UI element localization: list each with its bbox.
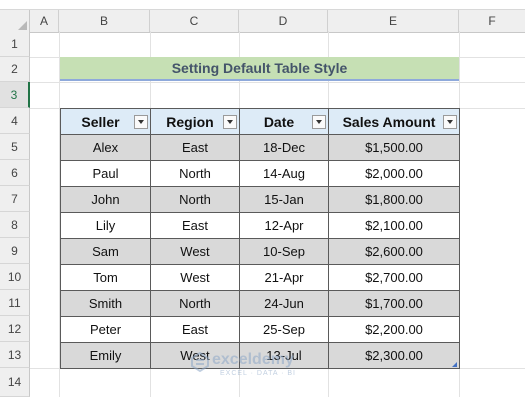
cell-region[interactable]: North <box>150 290 240 317</box>
sheet-title[interactable]: Setting Default Table Style <box>60 57 459 81</box>
cell-sales-amount[interactable]: $1,500.00 <box>328 134 460 161</box>
cell-region[interactable]: East <box>150 134 240 161</box>
cell-sales-amount[interactable]: $2,300.00 <box>328 342 460 369</box>
cell-date[interactable]: 21-Apr <box>239 264 329 291</box>
cell-region[interactable]: West <box>150 342 240 369</box>
cell-seller[interactable]: Sam <box>60 238 151 265</box>
row-header-9[interactable]: 9 <box>0 238 30 264</box>
row-header-12[interactable]: 12 <box>0 316 30 342</box>
cell-date[interactable]: 24-Jun <box>239 290 329 317</box>
table-row: John North 15-Jan $1,800.00 <box>60 186 460 213</box>
select-all-icon <box>18 21 27 30</box>
cell-date[interactable]: 14-Aug <box>239 160 329 187</box>
column-header-e[interactable]: E <box>328 10 459 32</box>
cell-seller[interactable]: Smith <box>60 290 151 317</box>
cell-sales-amount[interactable]: $1,700.00 <box>328 290 460 317</box>
cell-region[interactable]: West <box>150 264 240 291</box>
table-resize-handle-icon[interactable] <box>452 362 457 367</box>
cell-date[interactable]: 15-Jan <box>239 186 329 213</box>
filter-dropdown-icon[interactable] <box>312 115 326 129</box>
cell-sales-amount[interactable]: $2,100.00 <box>328 212 460 239</box>
select-all-corner[interactable] <box>0 10 30 32</box>
cell-sales-amount[interactable]: $2,000.00 <box>328 160 460 187</box>
column-header-d[interactable]: D <box>239 10 328 32</box>
cell-seller[interactable]: John <box>60 186 151 213</box>
cell-region[interactable]: East <box>150 212 240 239</box>
table-row: Sam West 10-Sep $2,600.00 <box>60 238 460 265</box>
cell-region[interactable]: North <box>150 186 240 213</box>
header-date[interactable]: Date <box>239 108 329 135</box>
column-header-f[interactable]: F <box>459 10 525 32</box>
cell-date[interactable]: 13-Jul <box>239 342 329 369</box>
column-header-b[interactable]: B <box>59 10 150 32</box>
table-row: Alex East 18-Dec $1,500.00 <box>60 134 460 161</box>
row-header-13[interactable]: 13 <box>0 342 30 368</box>
filter-dropdown-icon[interactable] <box>134 115 148 129</box>
table-row: Emily West 13-Jul $2,300.00 <box>60 342 460 369</box>
cell-region[interactable]: West <box>150 238 240 265</box>
table-header-row: Seller Region Date Sales Amount <box>60 108 460 135</box>
row-header-11[interactable]: 11 <box>0 290 30 316</box>
filter-dropdown-icon[interactable] <box>443 115 457 129</box>
table-row: Peter East 25-Sep $2,200.00 <box>60 316 460 343</box>
header-seller[interactable]: Seller <box>60 108 151 135</box>
cell-sales-amount[interactable]: $2,600.00 <box>328 238 460 265</box>
header-region[interactable]: Region <box>150 108 240 135</box>
row-header-8[interactable]: 8 <box>0 212 30 238</box>
column-header-bar: A B C D E F <box>0 9 525 33</box>
sales-table: Seller Region Date Sales Amount Alex Eas… <box>60 108 460 369</box>
cell-region[interactable]: East <box>150 316 240 343</box>
table-row: Smith North 24-Jun $1,700.00 <box>60 290 460 317</box>
cell-seller[interactable]: Emily <box>60 342 151 369</box>
cell-date[interactable]: 10-Sep <box>239 238 329 265</box>
row-header-14[interactable]: 14 <box>0 368 30 397</box>
cell-sales-amount[interactable]: $2,200.00 <box>328 316 460 343</box>
row-header-2[interactable]: 2 <box>0 57 30 82</box>
cell-sales-amount[interactable]: $1,800.00 <box>328 186 460 213</box>
table-row: Lily East 12-Apr $2,100.00 <box>60 212 460 239</box>
header-label: Date <box>263 113 295 130</box>
cell-seller[interactable]: Peter <box>60 316 151 343</box>
column-header-a[interactable]: A <box>30 10 59 32</box>
row-header-3[interactable]: 3 <box>0 82 30 108</box>
column-header-c[interactable]: C <box>150 10 239 32</box>
row-header-7[interactable]: 7 <box>0 186 30 212</box>
header-label: Region <box>166 113 214 130</box>
header-label: Seller <box>81 113 120 130</box>
cell-region[interactable]: North <box>150 160 240 187</box>
cell-seller[interactable]: Paul <box>60 160 151 187</box>
row-header-4[interactable]: 4 <box>0 108 30 134</box>
table-row: Tom West 21-Apr $2,700.00 <box>60 264 460 291</box>
header-label: Sales Amount <box>342 113 436 130</box>
row-header-1[interactable]: 1 <box>0 32 30 57</box>
cell-seller[interactable]: Tom <box>60 264 151 291</box>
watermark-tagline: EXCEL · DATA · BI <box>220 370 296 377</box>
header-sales-amount[interactable]: Sales Amount <box>328 108 460 135</box>
gridline <box>30 82 525 83</box>
cell-date[interactable]: 25-Sep <box>239 316 329 343</box>
cell-seller[interactable]: Alex <box>60 134 151 161</box>
cell-date[interactable]: 18-Dec <box>239 134 329 161</box>
table-row: Paul North 14-Aug $2,000.00 <box>60 160 460 187</box>
row-header-6[interactable]: 6 <box>0 160 30 186</box>
cell-date[interactable]: 12-Apr <box>239 212 329 239</box>
filter-dropdown-icon[interactable] <box>223 115 237 129</box>
cell-seller[interactable]: Lily <box>60 212 151 239</box>
cell-sales-amount[interactable]: $2,700.00 <box>328 264 460 291</box>
row-header-5[interactable]: 5 <box>0 134 30 160</box>
spreadsheet: A B C D E F 1 2 3 4 5 6 7 8 9 10 11 12 1… <box>0 0 525 397</box>
row-header-10[interactable]: 10 <box>0 264 30 290</box>
